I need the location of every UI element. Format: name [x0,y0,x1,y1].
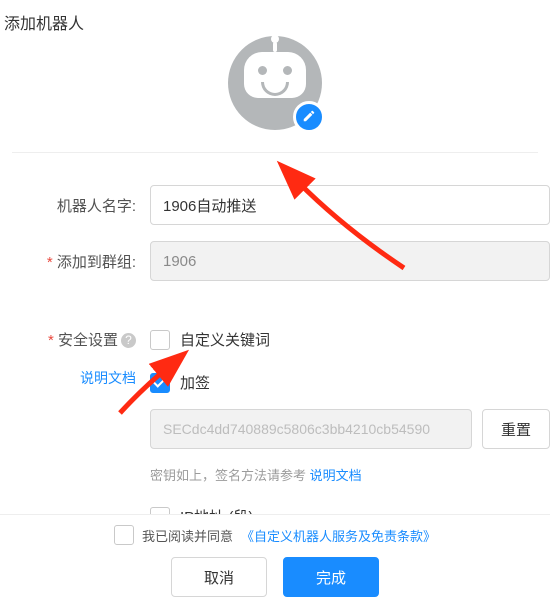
edit-avatar-button[interactable] [293,101,325,133]
sign-checkbox[interactable] [150,373,170,393]
keyword-checkbox[interactable] [150,330,170,350]
sign-doc-link[interactable]: 说明文档 [310,468,362,483]
group-input [150,241,550,281]
name-label: 机器人名字: [0,195,150,216]
keyword-option[interactable]: 自定义关键词 [150,329,550,350]
help-icon[interactable]: ? [121,333,136,348]
keyword-label: 自定义关键词 [180,329,270,350]
robot-name-input[interactable] [150,185,550,225]
secret-input[interactable] [150,409,472,449]
security-doc-link[interactable]: 说明文档 [0,368,136,388]
sign-option[interactable]: 加签 [150,372,550,393]
reset-secret-button[interactable]: 重置 [482,409,550,449]
avatar-section [0,44,550,152]
sign-label: 加签 [180,372,210,393]
security-title: 安全设置 [48,332,118,349]
robot-avatar [228,36,322,130]
agree-text: 我已阅读并同意 [142,526,233,545]
dialog-footer: 我已阅读并同意《自定义机器人服务及免责条款》 取消 完成 [0,514,550,611]
agree-link[interactable]: 《自定义机器人服务及免责条款》 [241,526,436,545]
cancel-button[interactable]: 取消 [171,557,267,597]
pencil-icon [302,109,316,126]
ok-button[interactable]: 完成 [283,557,379,597]
agree-checkbox[interactable] [114,525,134,545]
group-label: 添加到群组: [0,251,150,272]
secret-hint: 密钥如上，签名方法请参考 说明文档 [150,465,550,484]
